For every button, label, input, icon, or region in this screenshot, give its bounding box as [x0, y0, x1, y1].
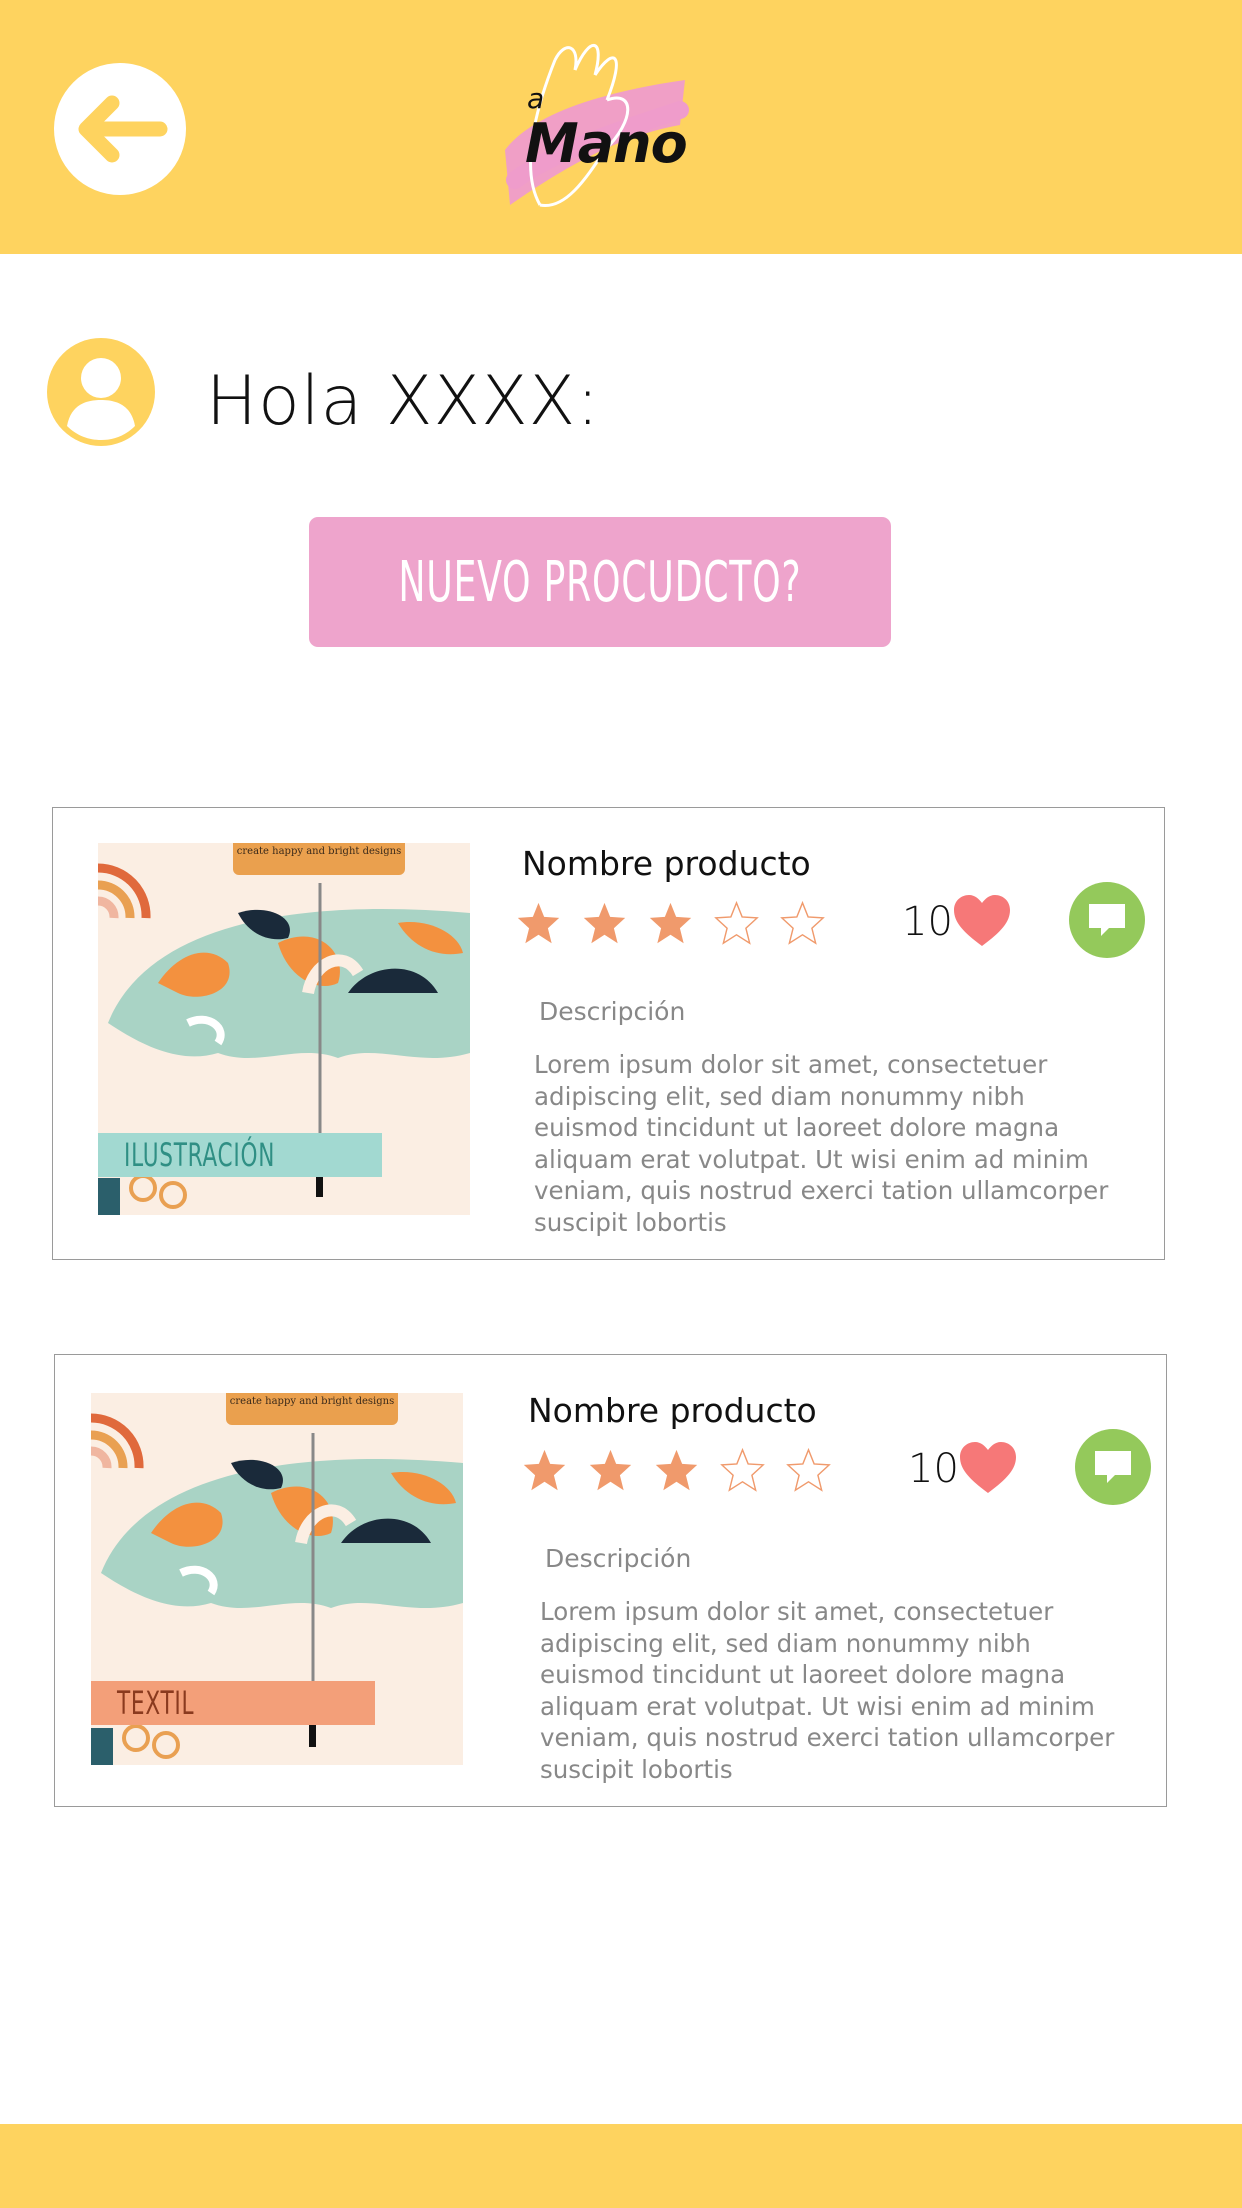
image-promo-text: create happy and bright designs: [233, 843, 405, 875]
category-tag: TEXTIL: [91, 1681, 375, 1725]
star-filled-icon[interactable]: [581, 900, 628, 947]
chat-button[interactable]: [1069, 882, 1145, 958]
category-tag-label: TEXTIL: [117, 1684, 195, 1722]
description-label: Descripción: [545, 1544, 692, 1573]
star-filled-icon[interactable]: [515, 900, 562, 947]
likes-count: 10: [908, 1446, 959, 1492]
app-header: a Mano: [0, 0, 1242, 254]
star-filled-icon[interactable]: [521, 1447, 568, 1494]
description-text: Lorem ipsum dolor sit amet, consectetuer…: [534, 1050, 1109, 1237]
star-empty-icon[interactable]: [779, 900, 826, 947]
product-image: create happy and bright designs TEXTIL: [91, 1393, 463, 1765]
likes-count: 10: [902, 899, 953, 945]
back-button[interactable]: [54, 63, 186, 195]
chat-bubble-icon: [1089, 904, 1125, 936]
product-card[interactable]: create happy and bright designs TEXTIL N…: [54, 1354, 1167, 1807]
new-product-label: NUEVO PROCUDCTO?: [398, 549, 802, 615]
category-tag-label: ILUSTRACIÓN: [124, 1136, 276, 1174]
product-image: create happy and bright designs ILUSTRAC…: [98, 843, 470, 1215]
logo-word: Mano: [525, 112, 688, 175]
star-empty-icon[interactable]: [713, 900, 760, 947]
star-empty-icon[interactable]: [785, 1447, 832, 1494]
star-rating[interactable]: [521, 1447, 832, 1494]
category-tag: ILUSTRACIÓN: [98, 1133, 382, 1177]
description-text: Lorem ipsum dolor sit amet, consectetuer…: [540, 1597, 1115, 1784]
app-footer: [0, 2124, 1242, 2208]
star-filled-icon[interactable]: [587, 1447, 634, 1494]
chat-button[interactable]: [1075, 1429, 1151, 1505]
product-card[interactable]: create happy and bright designs ILUSTRAC…: [52, 807, 1165, 1260]
star-empty-icon[interactable]: [719, 1447, 766, 1494]
back-arrow-icon: [78, 95, 168, 163]
product-name: Nombre producto: [528, 1391, 817, 1430]
star-filled-icon[interactable]: [653, 1447, 700, 1494]
app-logo: a Mano: [495, 30, 695, 220]
description-label: Descripción: [539, 997, 686, 1026]
logo-small-text: a: [527, 82, 545, 115]
chat-bubble-icon: [1095, 1451, 1131, 1483]
new-product-button[interactable]: NUEVO PROCUDCTO?: [309, 517, 891, 647]
product-name: Nombre producto: [522, 844, 811, 883]
heart-icon[interactable]: [953, 894, 1011, 948]
star-rating[interactable]: [515, 900, 826, 947]
greeting-text: Hola XXXX:: [206, 362, 601, 441]
user-avatar-icon[interactable]: [47, 338, 155, 446]
star-filled-icon[interactable]: [647, 900, 694, 947]
heart-icon[interactable]: [959, 1441, 1017, 1495]
image-promo-text: create happy and bright designs: [226, 1393, 398, 1425]
